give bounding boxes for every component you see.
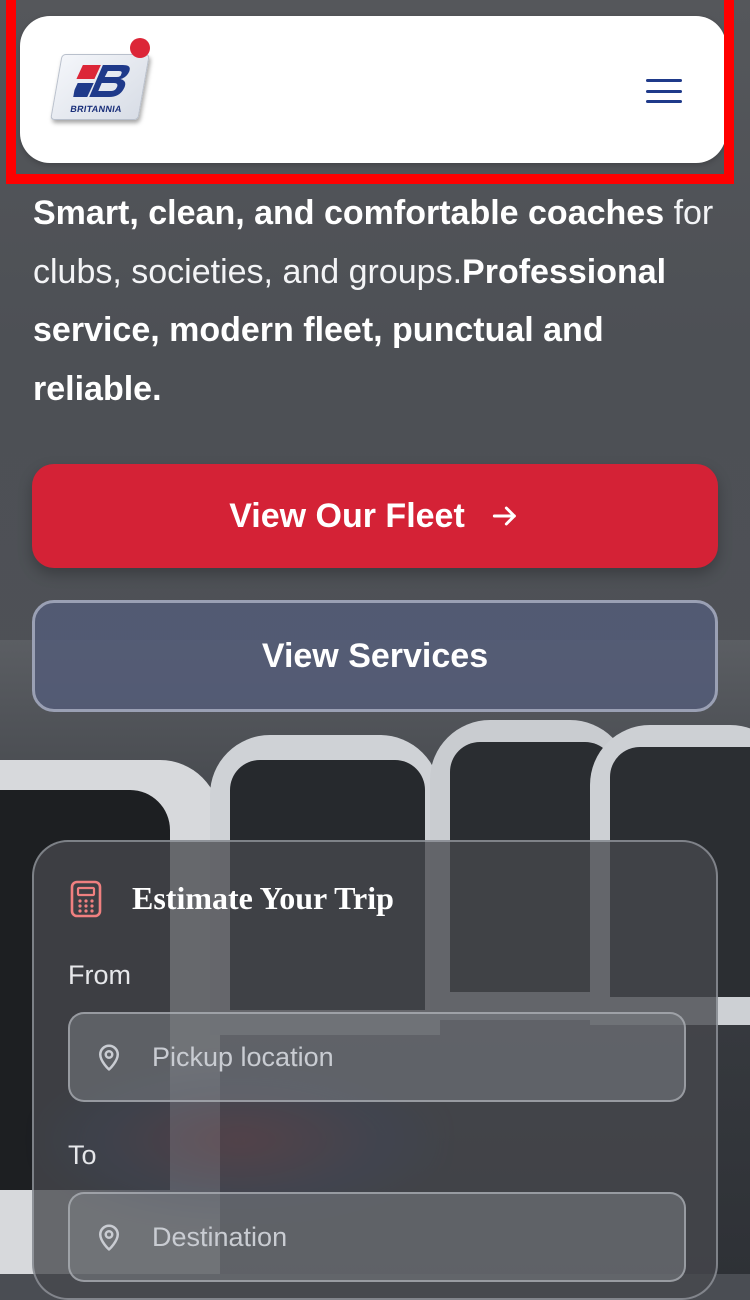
- hero-tagline: Smart, clean, and comfortable coaches fo…: [33, 184, 723, 418]
- arrow-right-icon: [489, 500, 521, 532]
- from-label: From: [68, 960, 131, 990]
- view-services-button[interactable]: View Services: [32, 600, 718, 712]
- destination-input[interactable]: [150, 1220, 634, 1254]
- estimate-title: Estimate Your Trip: [132, 880, 394, 916]
- highlight-outline: [6, 0, 734, 184]
- hero-tagline-bold-1: Smart, clean, and comfortable coaches: [33, 194, 665, 232]
- from-field[interactable]: [68, 1012, 686, 1102]
- view-fleet-label: View Our Fleet: [229, 496, 465, 535]
- map-pin-icon: [94, 1042, 124, 1072]
- view-services-label: View Services: [261, 636, 489, 675]
- map-pin-icon: [94, 1222, 124, 1252]
- to-field[interactable]: [68, 1192, 686, 1282]
- estimate-trip-card: Estimate Your Trip From To: [32, 840, 718, 1300]
- view-fleet-button[interactable]: View Our Fleet: [32, 464, 718, 568]
- pickup-location-input[interactable]: [150, 1040, 634, 1074]
- calculator-icon: [70, 880, 102, 918]
- to-label: To: [68, 1140, 97, 1170]
